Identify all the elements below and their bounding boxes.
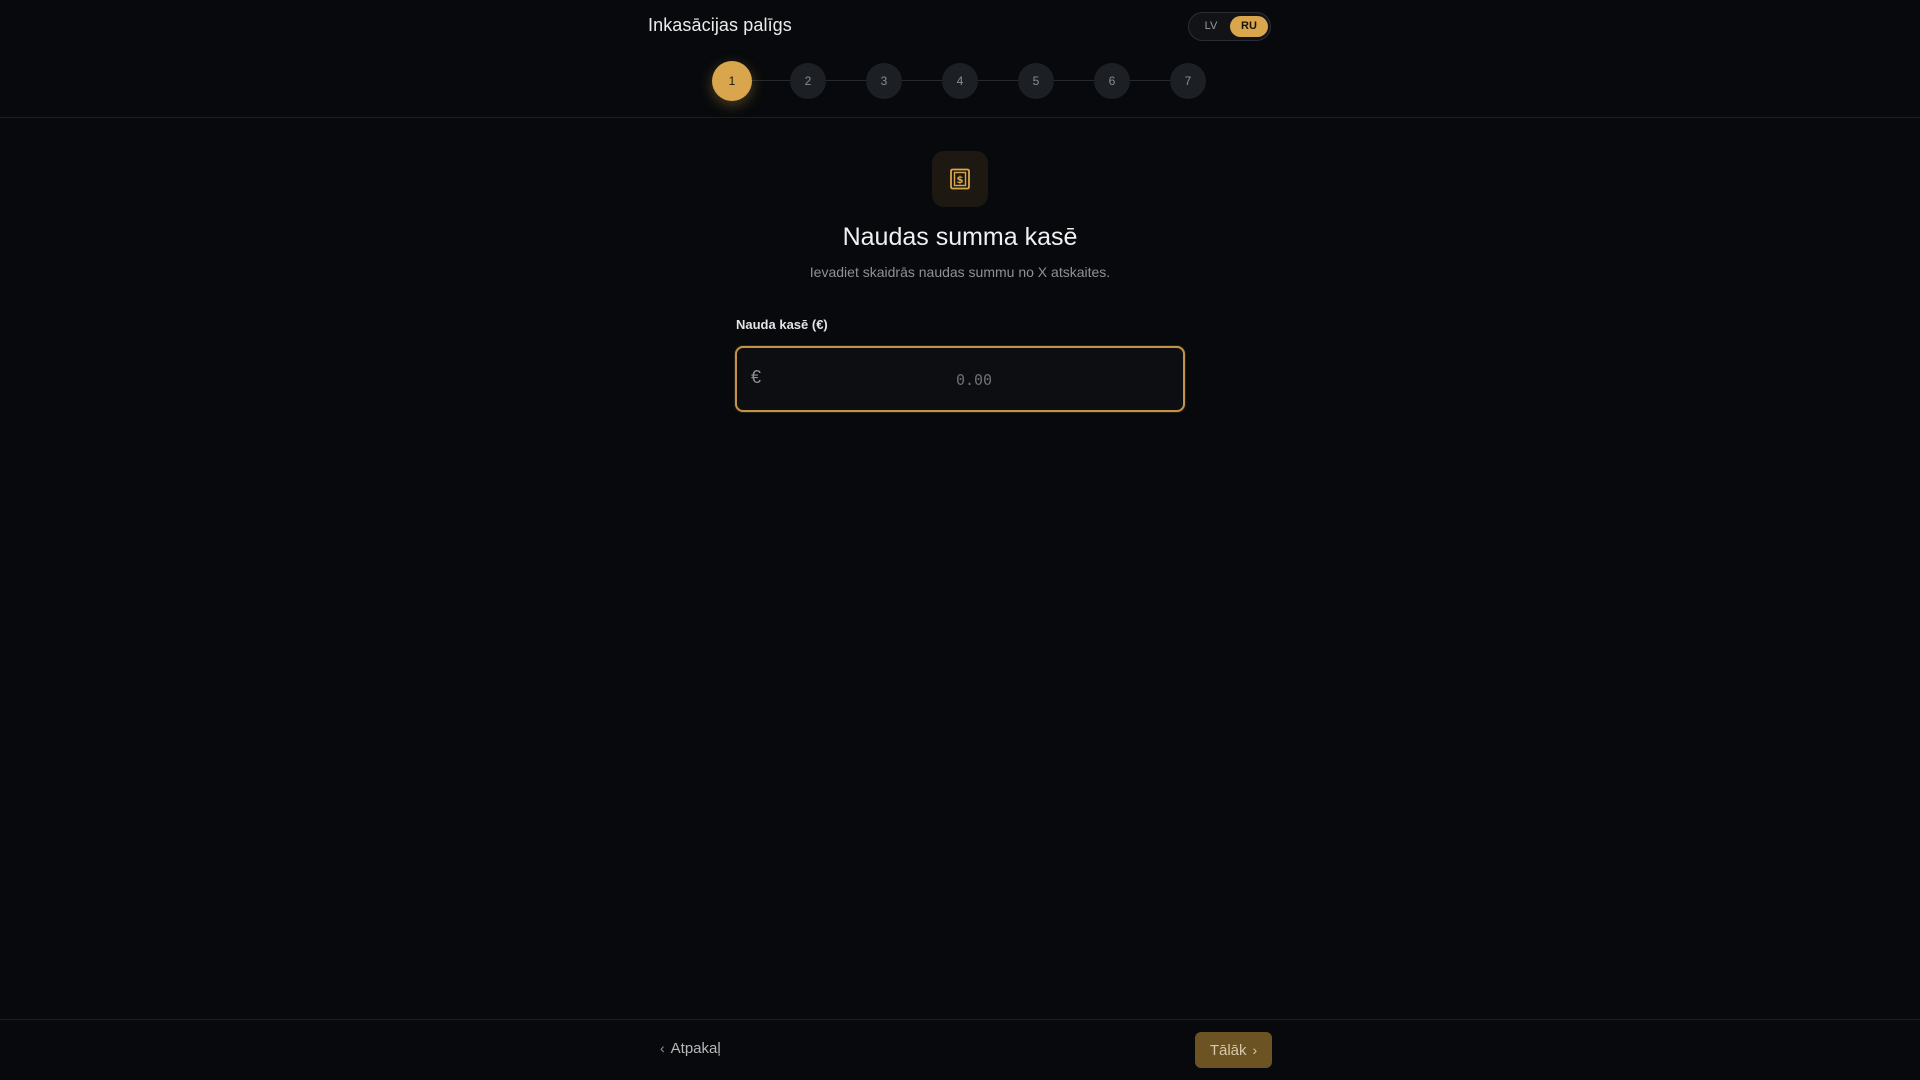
back-button[interactable]: ‹ Atpakaļ <box>660 1040 721 1057</box>
footer: ‹ Atpakaļ Tālāk › <box>0 1019 1920 1080</box>
next-button[interactable]: Tālāk › <box>1195 1032 1272 1068</box>
cash-receipt-icon-box: $ <box>932 151 988 207</box>
next-button-label: Tālāk <box>1209 1042 1247 1059</box>
cash-amount-input[interactable] <box>777 348 1171 412</box>
chevron-right-icon: › <box>1252 1042 1258 1058</box>
back-button-label: Atpakaļ <box>670 1040 721 1057</box>
step-4[interactable]: 4 <box>942 63 978 99</box>
language-ru-button[interactable]: RU <box>1230 16 1268 37</box>
page-title: Naudas summa kasē <box>842 223 1078 251</box>
cash-amount-field: € <box>735 346 1185 412</box>
step-7[interactable]: 7 <box>1170 63 1206 99</box>
euro-symbol: € <box>751 367 762 387</box>
cash-receipt-icon: $ <box>950 168 970 190</box>
step-5[interactable]: 5 <box>1018 63 1054 99</box>
chevron-left-icon: ‹ <box>660 1040 665 1056</box>
language-lv-button[interactable]: LV <box>1192 16 1230 37</box>
stepper: 1 2 3 4 5 6 7 <box>712 61 1206 101</box>
step-3[interactable]: 3 <box>866 63 902 99</box>
header: Inkasācijas palīgs LV RU 1 2 3 4 5 6 7 <box>0 0 1920 118</box>
step-6[interactable]: 6 <box>1094 63 1130 99</box>
step-2[interactable]: 2 <box>790 63 826 99</box>
svg-text:$: $ <box>957 175 964 186</box>
step-1[interactable]: 1 <box>712 61 752 101</box>
language-toggle: LV RU <box>1188 12 1271 41</box>
cash-amount-label: Nauda kasē (€) <box>736 317 828 332</box>
app-title: Inkasācijas palīgs <box>648 15 792 35</box>
page-subtitle: Ievadiet skaidrās naudas summu no X atsk… <box>809 264 1111 280</box>
